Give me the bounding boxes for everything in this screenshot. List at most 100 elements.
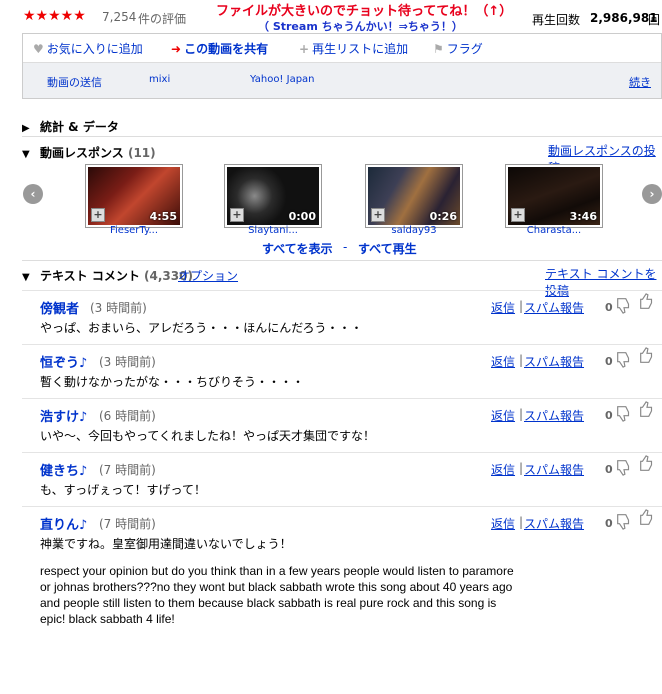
share-button[interactable]: ➜ この動画を共有 bbox=[171, 40, 268, 57]
reply-link[interactable]: 返信 bbox=[491, 299, 515, 316]
long-comment-text: respect your opinion but do you think th… bbox=[40, 564, 514, 626]
comment-time: (3 時間前) bbox=[99, 355, 156, 369]
thumbs-down-icon[interactable] bbox=[615, 404, 633, 425]
duration-label: 4:55 bbox=[149, 210, 177, 223]
thumbs-up-icon[interactable] bbox=[638, 509, 656, 530]
link-separator: - bbox=[343, 240, 348, 254]
plus-icon: + bbox=[299, 42, 310, 56]
thumbnail-author-link[interactable]: Charasta... bbox=[505, 225, 603, 236]
responses-count: (11) bbox=[127, 146, 156, 160]
comments-title: テキスト コメント bbox=[40, 269, 140, 283]
thumbnail-author-link[interactable]: salday93 bbox=[365, 225, 463, 236]
comment-score: 0 bbox=[605, 517, 613, 530]
comments-section-toggle[interactable]: ▼ テキスト コメント (4,330) bbox=[22, 267, 193, 284]
triangle-down-icon: ▼ bbox=[22, 272, 30, 283]
comment-options-link[interactable]: オプション bbox=[178, 267, 238, 284]
thumbs-up-icon[interactable] bbox=[638, 293, 656, 314]
duration-label: 3:46 bbox=[569, 210, 597, 223]
flag-button[interactable]: ⚑ フラグ bbox=[433, 40, 483, 57]
report-spam-link[interactable]: スパム報告 bbox=[524, 353, 584, 370]
reply-link[interactable]: 返信 bbox=[491, 461, 515, 478]
comment-author[interactable]: 浩すけ♪ bbox=[40, 406, 87, 425]
report-spam-link[interactable]: スパム報告 bbox=[524, 299, 584, 316]
thumbnail-image: + 0:26 bbox=[368, 167, 460, 225]
video-thumbnail[interactable]: + 0:00 bbox=[224, 164, 322, 228]
banner-line-2: （ Stream ちゃうんかい！⇒ちゃう！） bbox=[258, 20, 463, 33]
arrow-right-icon: ➜ bbox=[171, 42, 182, 56]
thumbnail-author-link[interactable]: Slaytani... bbox=[224, 225, 322, 236]
carousel-prev-button[interactable]: ‹ bbox=[23, 184, 43, 204]
responses-section-toggle[interactable]: ▼ 動画レスポンス (11) bbox=[22, 144, 156, 161]
comment-row: 直りん♪ (7 時間前) 神業ですね。皇室御用達間違いないでしょう！ 返信 | … bbox=[22, 506, 662, 561]
flag-label: フラグ bbox=[446, 42, 483, 56]
comment-author[interactable]: 健きち♪ bbox=[40, 460, 87, 479]
rating-stars[interactable]: ★★★★★ bbox=[23, 8, 86, 24]
comment-author[interactable]: 恒ぞう♪ bbox=[40, 352, 87, 371]
add-to-quicklist-icon[interactable]: + bbox=[91, 208, 105, 222]
video-thumbnail[interactable]: + 4:55 bbox=[85, 164, 183, 228]
add-favorite-label: お気に入りに追加 bbox=[46, 42, 143, 56]
comment-time: (7 時間前) bbox=[99, 463, 156, 477]
comment-score: 0 bbox=[605, 355, 613, 368]
thumbs-up-icon[interactable] bbox=[638, 401, 656, 422]
comment-body: 神業ですね。皇室御用達間違いないでしょう！ bbox=[40, 537, 292, 551]
comment-time: (7 時間前) bbox=[99, 517, 156, 531]
thumbnail-author-link[interactable]: FieserTy... bbox=[85, 225, 183, 236]
share-send-link[interactable]: 動画の送信 bbox=[47, 74, 102, 90]
comment-author[interactable]: 傍観者 bbox=[40, 298, 79, 317]
flag-icon: ⚑ bbox=[433, 42, 444, 56]
thumbnail-image: + 4:55 bbox=[88, 167, 180, 225]
share-label: この動画を共有 bbox=[184, 42, 269, 56]
thumbs-up-icon[interactable] bbox=[638, 347, 656, 368]
action-panel: ♥ お気に入りに追加 ➜ この動画を共有 + 再生リストに追加 ⚑ フラグ 動画の送信 … bbox=[22, 33, 662, 99]
thumbnail-image: + 3:46 bbox=[508, 167, 600, 225]
action-separator: | bbox=[519, 515, 524, 529]
triangle-down-icon: ▼ bbox=[22, 149, 30, 160]
add-to-quicklist-icon[interactable]: + bbox=[511, 208, 525, 222]
share-mixi-link[interactable]: mixi bbox=[149, 74, 170, 85]
comment-body: いや～、今回もやってくれましたね！やっぱ天才集団ですな！ bbox=[40, 429, 376, 443]
action-bar: ♥ お気に入りに追加 ➜ この動画を共有 + 再生リストに追加 ⚑ フラグ bbox=[23, 34, 661, 63]
responses-title: 動画レスポンス bbox=[40, 146, 124, 160]
comment-body: やっぱ、おまいら、アレだろう・・・ほんにんだろう・・・ bbox=[40, 321, 363, 335]
see-all-responses-link[interactable]: すべてを表示 bbox=[262, 240, 332, 257]
thumbs-down-icon[interactable] bbox=[615, 350, 633, 371]
reply-link[interactable]: 返信 bbox=[491, 515, 515, 532]
heart-icon: ♥ bbox=[33, 42, 44, 56]
add-to-quicklist-icon[interactable]: + bbox=[371, 208, 385, 222]
comment-body: も、すっげぇって！すげって！ bbox=[40, 483, 206, 497]
thumbs-down-icon[interactable] bbox=[615, 458, 633, 479]
comment-time: (6 時間前) bbox=[99, 409, 156, 423]
video-thumbnail[interactable]: + 0:26 bbox=[365, 164, 463, 228]
add-favorite-button[interactable]: ♥ お気に入りに追加 bbox=[33, 40, 143, 57]
share-yahoo-link[interactable]: Yahoo! Japan bbox=[250, 74, 315, 85]
thumbs-down-icon[interactable] bbox=[615, 296, 633, 317]
action-separator: | bbox=[519, 407, 524, 421]
add-playlist-button[interactable]: + 再生リストに追加 bbox=[299, 40, 408, 57]
duration-label: 0:26 bbox=[429, 210, 457, 223]
comment-author[interactable]: 直りん♪ bbox=[40, 514, 87, 533]
report-spam-link[interactable]: スパム報告 bbox=[524, 461, 584, 478]
add-to-quicklist-icon[interactable]: + bbox=[230, 208, 244, 222]
play-all-link[interactable]: すべて再生 bbox=[358, 240, 417, 257]
comment-row: 傍観者 (3 時間前) やっぱ、おまいら、アレだろう・・・ほんにんだろう・・・ … bbox=[22, 290, 662, 345]
divider bbox=[22, 260, 662, 261]
stats-section-toggle[interactable]: ▶ 統計 & データ bbox=[22, 118, 119, 135]
reply-link[interactable]: 返信 bbox=[491, 407, 515, 424]
report-spam-link[interactable]: スパム報告 bbox=[524, 515, 584, 532]
carousel-next-button[interactable]: › bbox=[642, 184, 662, 204]
share-links-bar: 動画の送信 mixi Yahoo! Japan 続き bbox=[23, 63, 661, 98]
comment-row: 恒ぞう♪ (3 時間前) 暫く動けなかったがな・・・ちびりそう・・・・ 返信 |… bbox=[22, 344, 662, 399]
views-unit: 回 bbox=[648, 13, 661, 27]
comment-body: 暫く動けなかったがな・・・ちびりそう・・・・ bbox=[40, 375, 305, 389]
video-thumbnail[interactable]: + 3:46 bbox=[505, 164, 603, 228]
action-separator: | bbox=[519, 461, 524, 475]
reply-link[interactable]: 返信 bbox=[491, 353, 515, 370]
divider bbox=[22, 136, 662, 137]
thumbs-down-icon[interactable] bbox=[615, 512, 633, 533]
duration-label: 0:00 bbox=[288, 210, 316, 223]
report-spam-link[interactable]: スパム報告 bbox=[524, 407, 584, 424]
comment-row: 健きち♪ (7 時間前) も、すっげぇって！すげって！ 返信 | スパム報告 0 bbox=[22, 452, 662, 507]
thumbs-up-icon[interactable] bbox=[638, 455, 656, 476]
share-more-link[interactable]: 続き bbox=[629, 74, 651, 90]
